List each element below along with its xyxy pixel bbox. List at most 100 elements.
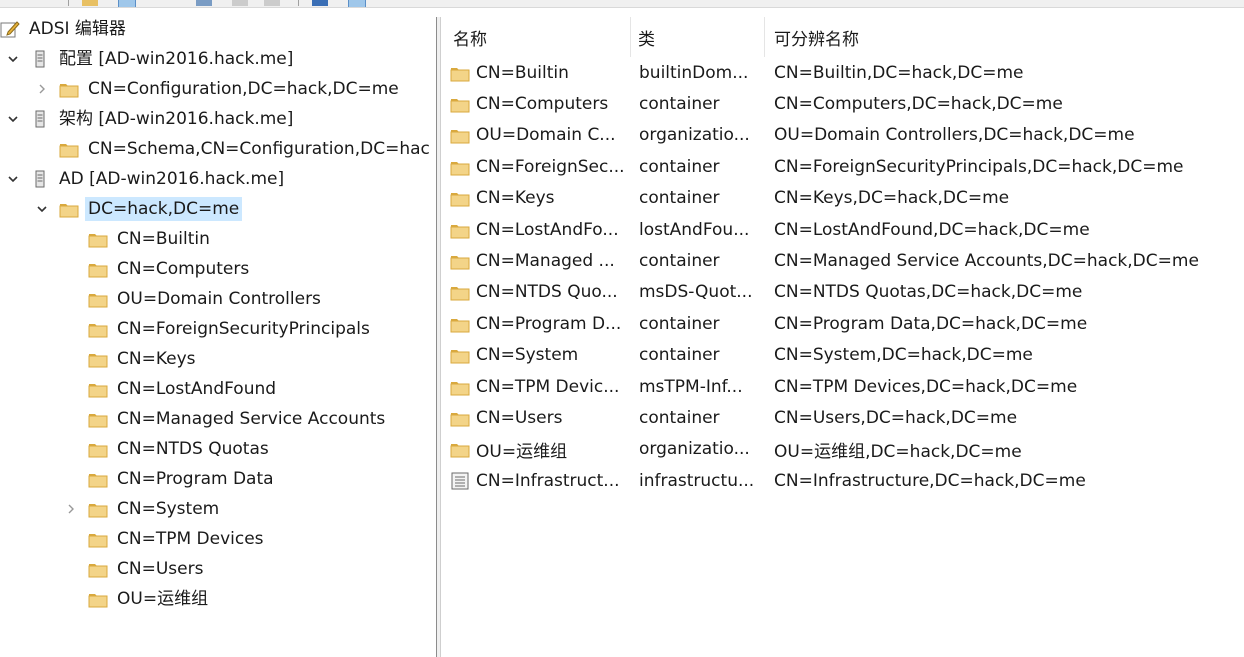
list-row[interactable]: OU=运维组 organizatio... OU=运维组,DC=hack,DC=me [441, 434, 1244, 465]
column-header-name[interactable]: 名称 [453, 17, 628, 57]
folder-icon [450, 440, 470, 458]
folder-icon [88, 290, 108, 308]
tree-node-label: 配置 [AD-win2016.hack.me] [59, 49, 294, 69]
cell-name: CN=Users [450, 402, 630, 433]
column-divider[interactable] [630, 17, 631, 57]
show-action-pane-button[interactable] [348, 0, 366, 7]
tree-node[interactable]: CN=System [88, 496, 222, 522]
tree-node-label: OU=Domain Controllers [117, 289, 321, 309]
tree-node[interactable]: CN=Managed Service Accounts [88, 406, 388, 432]
expand-chevron-icon[interactable] [64, 502, 78, 516]
list-row[interactable]: CN=Builtin builtinDom... CN=Builtin,DC=hac… [441, 57, 1244, 88]
expand-chevron-icon[interactable] [35, 82, 49, 96]
folder-icon [450, 315, 470, 333]
tree-node[interactable]: CN=Program Data [88, 466, 277, 492]
cell-class: container [639, 345, 720, 366]
folder-icon [88, 500, 108, 518]
export-button[interactable] [264, 0, 280, 6]
list-row[interactable]: CN=Users container CN=Users,DC=hack,DC=me [441, 402, 1244, 433]
back-button[interactable] [6, 0, 22, 6]
cell-name: CN=Infrastruct... [450, 465, 630, 496]
tree-node-label: CN=Managed Service Accounts [117, 409, 386, 429]
cell-class: infrastructu... [639, 470, 755, 491]
tree-node[interactable]: 配置 [AD-win2016.hack.me] [30, 46, 296, 72]
cell-name: CN=TPM Devic... [450, 371, 630, 402]
tree-node[interactable]: DC=hack,DC=me [59, 196, 243, 222]
tree-node[interactable]: CN=NTDS Quotas [88, 436, 272, 462]
column-header-dn[interactable]: 可分辨名称 [774, 17, 1234, 57]
tree-node-label: CN=Builtin [117, 229, 210, 249]
name-text: CN=Keys [476, 188, 555, 209]
help-button[interactable] [312, 0, 328, 6]
folder-icon [450, 189, 470, 207]
tree-root[interactable]: ADSI 编辑器 [0, 17, 129, 42]
up-folder-button[interactable] [82, 0, 98, 6]
folder-icon [450, 126, 470, 144]
list-row[interactable]: CN=Program D... container CN=Program Data,… [441, 308, 1244, 339]
cut-button[interactable] [152, 0, 168, 6]
tree-node[interactable]: CN=ForeignSecurityPrincipals [88, 316, 373, 342]
tree-node[interactable]: CN=TPM Devices [88, 526, 267, 552]
tree-node-label: CN=Schema,CN=Configuration,DC=hac [88, 139, 430, 159]
list-row[interactable]: CN=NTDS Quo... msDS-Quot... CN=NTDS Quotas… [441, 277, 1244, 308]
collapse-chevron-icon[interactable] [6, 112, 20, 126]
tree-node[interactable]: CN=Schema,CN=Configuration,DC=hac [59, 136, 433, 162]
collapse-chevron-icon[interactable] [6, 172, 20, 186]
folder-icon [88, 380, 108, 398]
tree-node[interactable]: AD [AD-win2016.hack.me] [30, 166, 287, 192]
cell-distinguished-name: CN=NTDS Quotas,DC=hack,DC=me [774, 282, 1083, 303]
list-row[interactable]: OU=Domain C... organizatio... OU=Domain Co… [441, 120, 1244, 151]
name-text: CN=Infrastruct... [476, 470, 620, 491]
tree-node[interactable]: CN=LostAndFound [88, 376, 279, 402]
list-row[interactable]: CN=Computers container CN=Computers,DC=hac… [441, 88, 1244, 119]
folder-icon [450, 409, 470, 427]
tree-node[interactable]: CN=Computers [88, 256, 252, 282]
refresh-button[interactable] [232, 0, 248, 6]
properties-button[interactable] [196, 0, 212, 6]
server-icon [30, 110, 50, 128]
tree-node-label: CN=ForeignSecurityPrincipals [117, 319, 370, 339]
folder-icon [88, 590, 108, 608]
column-header-class[interactable]: 类 [638, 17, 763, 57]
tree-node[interactable]: CN=Keys [88, 346, 199, 372]
folder-icon [88, 530, 108, 548]
folder-icon [59, 140, 79, 158]
tree-node[interactable]: CN=Builtin [88, 226, 213, 252]
name-text: CN=Builtin [476, 62, 569, 83]
cell-name: CN=Managed ... [450, 245, 630, 276]
name-text: CN=Computers [476, 93, 609, 114]
forward-button[interactable] [40, 0, 56, 6]
cell-class: container [639, 93, 720, 114]
details-list[interactable]: 名称 类 可分辨名称 CN=Builtin builtinDom... CN=Bui… [441, 17, 1244, 657]
tree-node[interactable]: OU=运维组 [88, 586, 211, 612]
cell-name: CN=NTDS Quo... [450, 277, 630, 308]
list-row[interactable]: CN=LostAndFo... lostAndFou... CN=LostAndFo… [441, 214, 1244, 245]
tree-node[interactable]: 架构 [AD-win2016.hack.me] [30, 106, 296, 132]
column-divider[interactable] [764, 17, 765, 57]
collapse-chevron-icon[interactable] [6, 52, 20, 66]
tree-node-label: CN=Computers [117, 259, 250, 279]
folder-icon [88, 230, 108, 248]
show-tree-button[interactable] [118, 0, 136, 7]
folder-icon [450, 64, 470, 82]
tree-node[interactable]: CN=Users [88, 556, 206, 582]
list-row[interactable]: CN=ForeignSec... container CN=ForeignSecur… [441, 151, 1244, 182]
list-row[interactable]: CN=TPM Devic... msTPM-Inf... CN=TPM Device… [441, 371, 1244, 402]
list-row[interactable]: CN=Keys container CN=Keys,DC=hack,DC=me [441, 183, 1244, 214]
cell-distinguished-name: OU=运维组,DC=hack,DC=me [774, 441, 1022, 462]
list-row[interactable]: CN=Managed ... container CN=Managed Servic… [441, 245, 1244, 276]
console-tree[interactable]: ADSI 编辑器配置 [AD-win2016.hack.me] CN=Config… [0, 17, 436, 657]
list-row[interactable]: CN=System container CN=System,DC=hack,DC=m… [441, 340, 1244, 371]
adsi-edit-icon [0, 20, 20, 38]
tree-node[interactable]: OU=Domain Controllers [88, 286, 324, 312]
cell-class: lostAndFou... [639, 219, 750, 240]
list-row[interactable]: CN=Infrastruct... infrastructu... CN=Infra… [441, 465, 1244, 496]
cell-name: CN=System [450, 340, 630, 371]
cell-name: OU=Domain C... [450, 120, 630, 151]
tree-node[interactable]: CN=Configuration,DC=hack,DC=me [59, 76, 402, 102]
collapse-chevron-icon[interactable] [35, 202, 49, 216]
server-icon [30, 170, 50, 188]
tree-node-label: CN=Users [117, 559, 204, 579]
tree-node-label: AD [AD-win2016.hack.me] [59, 169, 285, 189]
tree-node-label: CN=LostAndFound [117, 379, 277, 399]
